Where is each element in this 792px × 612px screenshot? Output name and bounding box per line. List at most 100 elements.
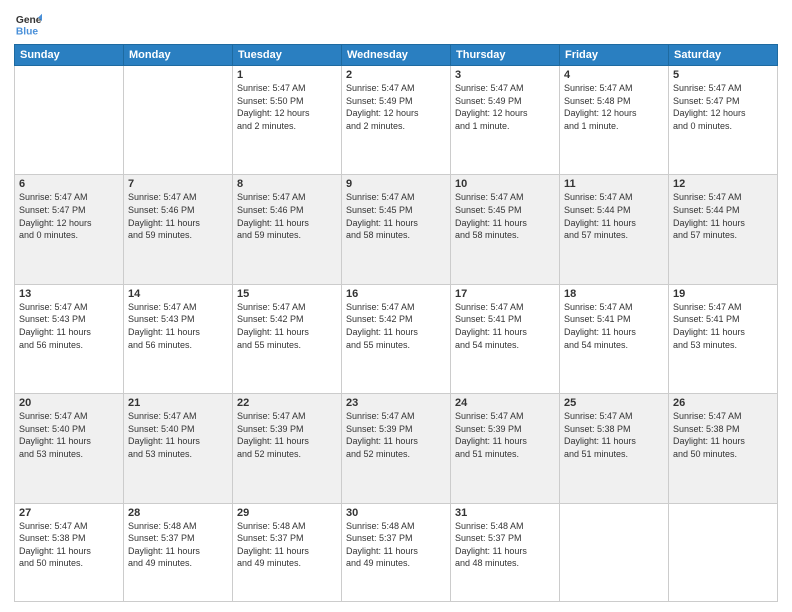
day-info: Sunrise: 5:47 AM Sunset: 5:48 PM Dayligh…: [564, 82, 664, 132]
day-number: 9: [346, 178, 446, 190]
calendar-cell: 23Sunrise: 5:47 AM Sunset: 5:39 PM Dayli…: [342, 394, 451, 503]
day-info: Sunrise: 5:47 AM Sunset: 5:42 PM Dayligh…: [237, 301, 337, 351]
calendar-cell: 10Sunrise: 5:47 AM Sunset: 5:45 PM Dayli…: [451, 175, 560, 284]
day-info: Sunrise: 5:47 AM Sunset: 5:41 PM Dayligh…: [455, 301, 555, 351]
day-number: 29: [237, 507, 337, 519]
calendar-cell: 21Sunrise: 5:47 AM Sunset: 5:40 PM Dayli…: [124, 394, 233, 503]
day-info: Sunrise: 5:47 AM Sunset: 5:42 PM Dayligh…: [346, 301, 446, 351]
day-info: Sunrise: 5:47 AM Sunset: 5:45 PM Dayligh…: [455, 191, 555, 241]
day-number: 4: [564, 69, 664, 81]
day-info: Sunrise: 5:47 AM Sunset: 5:39 PM Dayligh…: [346, 410, 446, 460]
day-number: 2: [346, 69, 446, 81]
day-info: Sunrise: 5:47 AM Sunset: 5:47 PM Dayligh…: [673, 82, 773, 132]
day-number: 10: [455, 178, 555, 190]
calendar-week-row: 27Sunrise: 5:47 AM Sunset: 5:38 PM Dayli…: [15, 503, 778, 602]
day-info: Sunrise: 5:47 AM Sunset: 5:39 PM Dayligh…: [237, 410, 337, 460]
svg-text:General: General: [16, 15, 42, 26]
day-info: Sunrise: 5:47 AM Sunset: 5:38 PM Dayligh…: [673, 410, 773, 460]
calendar-cell: 16Sunrise: 5:47 AM Sunset: 5:42 PM Dayli…: [342, 284, 451, 393]
calendar-cell: 22Sunrise: 5:47 AM Sunset: 5:39 PM Dayli…: [233, 394, 342, 503]
day-number: 5: [673, 69, 773, 81]
day-info: Sunrise: 5:47 AM Sunset: 5:45 PM Dayligh…: [346, 191, 446, 241]
weekday-header: Wednesday: [342, 45, 451, 66]
calendar-cell: 6Sunrise: 5:47 AM Sunset: 5:47 PM Daylig…: [15, 175, 124, 284]
calendar-cell: 28Sunrise: 5:48 AM Sunset: 5:37 PM Dayli…: [124, 503, 233, 602]
calendar-cell: 20Sunrise: 5:47 AM Sunset: 5:40 PM Dayli…: [15, 394, 124, 503]
calendar-cell: 13Sunrise: 5:47 AM Sunset: 5:43 PM Dayli…: [15, 284, 124, 393]
day-info: Sunrise: 5:48 AM Sunset: 5:37 PM Dayligh…: [128, 520, 228, 570]
page: General Blue SundayMondayTuesdayWednesda…: [0, 0, 792, 612]
day-number: 20: [19, 397, 119, 409]
svg-text:Blue: Blue: [16, 26, 39, 37]
logo-icon: General Blue: [14, 10, 42, 38]
calendar-cell: 17Sunrise: 5:47 AM Sunset: 5:41 PM Dayli…: [451, 284, 560, 393]
day-info: Sunrise: 5:47 AM Sunset: 5:41 PM Dayligh…: [564, 301, 664, 351]
day-number: 18: [564, 288, 664, 300]
day-info: Sunrise: 5:48 AM Sunset: 5:37 PM Dayligh…: [455, 520, 555, 570]
calendar-cell: 14Sunrise: 5:47 AM Sunset: 5:43 PM Dayli…: [124, 284, 233, 393]
weekday-header: Friday: [560, 45, 669, 66]
day-number: 3: [455, 69, 555, 81]
day-number: 30: [346, 507, 446, 519]
day-number: 25: [564, 397, 664, 409]
calendar-cell: [124, 66, 233, 175]
day-number: 1: [237, 69, 337, 81]
weekday-header: Saturday: [669, 45, 778, 66]
day-info: Sunrise: 5:48 AM Sunset: 5:37 PM Dayligh…: [346, 520, 446, 570]
day-number: 22: [237, 397, 337, 409]
day-number: 12: [673, 178, 773, 190]
calendar-cell: 26Sunrise: 5:47 AM Sunset: 5:38 PM Dayli…: [669, 394, 778, 503]
day-info: Sunrise: 5:47 AM Sunset: 5:41 PM Dayligh…: [673, 301, 773, 351]
calendar-cell: 5Sunrise: 5:47 AM Sunset: 5:47 PM Daylig…: [669, 66, 778, 175]
day-number: 16: [346, 288, 446, 300]
weekday-header: Tuesday: [233, 45, 342, 66]
day-number: 17: [455, 288, 555, 300]
day-info: Sunrise: 5:47 AM Sunset: 5:43 PM Dayligh…: [19, 301, 119, 351]
day-number: 15: [237, 288, 337, 300]
calendar-week-row: 13Sunrise: 5:47 AM Sunset: 5:43 PM Dayli…: [15, 284, 778, 393]
day-number: 27: [19, 507, 119, 519]
calendar-header-row: SundayMondayTuesdayWednesdayThursdayFrid…: [15, 45, 778, 66]
day-info: Sunrise: 5:47 AM Sunset: 5:44 PM Dayligh…: [673, 191, 773, 241]
day-info: Sunrise: 5:47 AM Sunset: 5:39 PM Dayligh…: [455, 410, 555, 460]
day-info: Sunrise: 5:47 AM Sunset: 5:46 PM Dayligh…: [128, 191, 228, 241]
calendar-table: SundayMondayTuesdayWednesdayThursdayFrid…: [14, 44, 778, 602]
calendar-week-row: 6Sunrise: 5:47 AM Sunset: 5:47 PM Daylig…: [15, 175, 778, 284]
day-info: Sunrise: 5:47 AM Sunset: 5:38 PM Dayligh…: [19, 520, 119, 570]
day-info: Sunrise: 5:48 AM Sunset: 5:37 PM Dayligh…: [237, 520, 337, 570]
day-number: 31: [455, 507, 555, 519]
day-info: Sunrise: 5:47 AM Sunset: 5:49 PM Dayligh…: [346, 82, 446, 132]
header: General Blue: [14, 10, 778, 38]
calendar-cell: 30Sunrise: 5:48 AM Sunset: 5:37 PM Dayli…: [342, 503, 451, 602]
day-number: 26: [673, 397, 773, 409]
calendar-cell: 25Sunrise: 5:47 AM Sunset: 5:38 PM Dayli…: [560, 394, 669, 503]
calendar-cell: 24Sunrise: 5:47 AM Sunset: 5:39 PM Dayli…: [451, 394, 560, 503]
calendar-cell: 18Sunrise: 5:47 AM Sunset: 5:41 PM Dayli…: [560, 284, 669, 393]
day-info: Sunrise: 5:47 AM Sunset: 5:49 PM Dayligh…: [455, 82, 555, 132]
calendar-cell: 1Sunrise: 5:47 AM Sunset: 5:50 PM Daylig…: [233, 66, 342, 175]
day-number: 28: [128, 507, 228, 519]
day-info: Sunrise: 5:47 AM Sunset: 5:38 PM Dayligh…: [564, 410, 664, 460]
day-number: 13: [19, 288, 119, 300]
calendar-cell: 2Sunrise: 5:47 AM Sunset: 5:49 PM Daylig…: [342, 66, 451, 175]
day-number: 23: [346, 397, 446, 409]
day-info: Sunrise: 5:47 AM Sunset: 5:44 PM Dayligh…: [564, 191, 664, 241]
day-number: 14: [128, 288, 228, 300]
day-info: Sunrise: 5:47 AM Sunset: 5:43 PM Dayligh…: [128, 301, 228, 351]
day-info: Sunrise: 5:47 AM Sunset: 5:47 PM Dayligh…: [19, 191, 119, 241]
day-info: Sunrise: 5:47 AM Sunset: 5:46 PM Dayligh…: [237, 191, 337, 241]
day-number: 7: [128, 178, 228, 190]
day-info: Sunrise: 5:47 AM Sunset: 5:40 PM Dayligh…: [19, 410, 119, 460]
calendar-cell: 27Sunrise: 5:47 AM Sunset: 5:38 PM Dayli…: [15, 503, 124, 602]
calendar-cell: 9Sunrise: 5:47 AM Sunset: 5:45 PM Daylig…: [342, 175, 451, 284]
calendar-week-row: 1Sunrise: 5:47 AM Sunset: 5:50 PM Daylig…: [15, 66, 778, 175]
calendar-cell: 11Sunrise: 5:47 AM Sunset: 5:44 PM Dayli…: [560, 175, 669, 284]
day-number: 11: [564, 178, 664, 190]
calendar-cell: 7Sunrise: 5:47 AM Sunset: 5:46 PM Daylig…: [124, 175, 233, 284]
calendar-cell: [560, 503, 669, 602]
calendar-cell: 19Sunrise: 5:47 AM Sunset: 5:41 PM Dayli…: [669, 284, 778, 393]
calendar-cell: 4Sunrise: 5:47 AM Sunset: 5:48 PM Daylig…: [560, 66, 669, 175]
weekday-header: Monday: [124, 45, 233, 66]
calendar-cell: 3Sunrise: 5:47 AM Sunset: 5:49 PM Daylig…: [451, 66, 560, 175]
calendar-cell: 29Sunrise: 5:48 AM Sunset: 5:37 PM Dayli…: [233, 503, 342, 602]
